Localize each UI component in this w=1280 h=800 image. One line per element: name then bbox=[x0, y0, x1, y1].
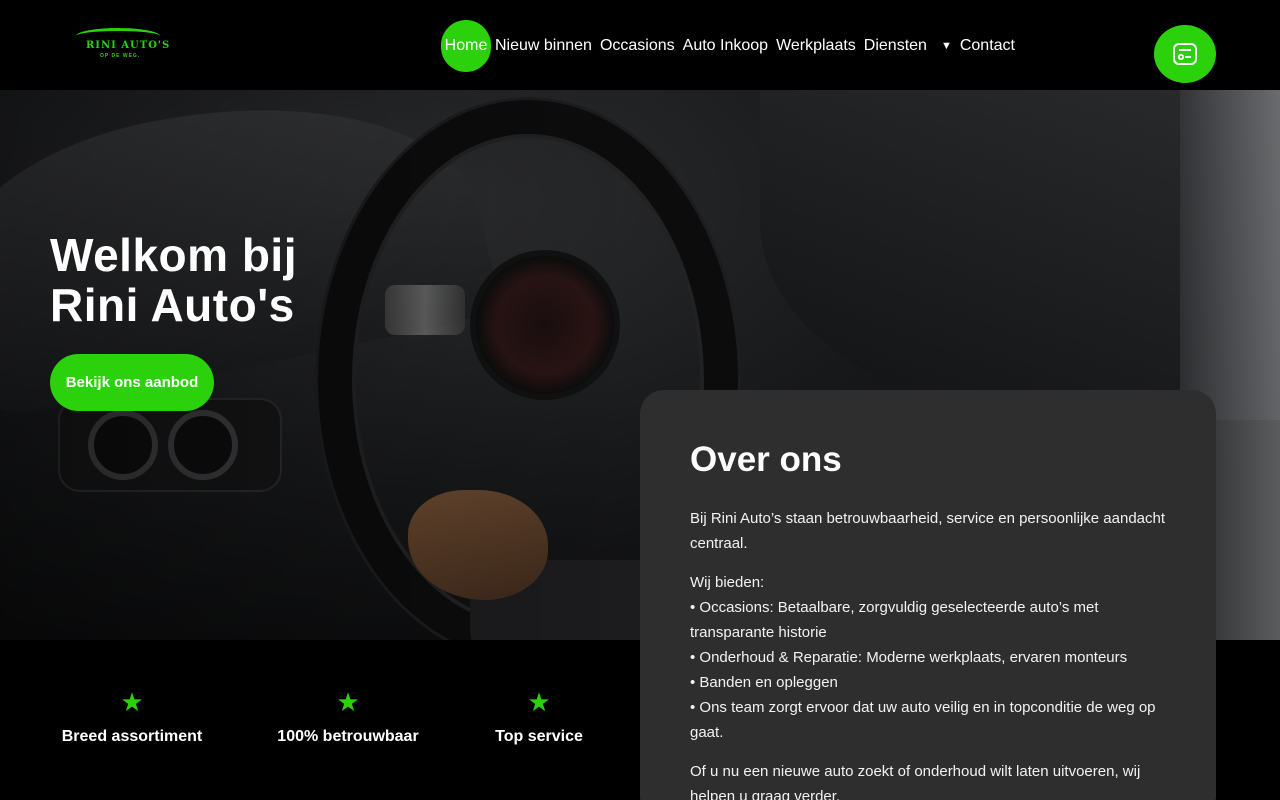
logo-wordmark: RINI AUTO'S bbox=[86, 40, 171, 51]
logo-tagline: OP DE WEG. bbox=[100, 53, 141, 59]
nav-item-diensten[interactable]: Diensten ▼ bbox=[860, 20, 956, 72]
hero-title-line-2: Rini Auto's bbox=[50, 279, 295, 331]
about-title: Over ons bbox=[690, 440, 842, 479]
services-list-heading: Wij bieden: bbox=[690, 574, 765, 591]
feature-item: ★ Breed assortiment bbox=[42, 688, 222, 746]
site-logo[interactable]: RINI AUTO'S OP DE WEG. bbox=[70, 28, 170, 64]
star-icon: ★ bbox=[527, 687, 551, 717]
nav-item-werkplaats[interactable]: Werkplaats bbox=[772, 20, 860, 72]
feature-label: Top service bbox=[495, 728, 583, 745]
caret-down-icon: ▼ bbox=[940, 40, 952, 52]
contact-card-icon bbox=[1173, 43, 1197, 65]
site-header: RINI AUTO'S OP DE WEG. Home Nieuw binnen… bbox=[0, 0, 1094, 90]
features-bar: ★ Breed assortiment ★ 100% betrouwbaar ★… bbox=[0, 640, 640, 800]
nav-item-occasions[interactable]: Occasions bbox=[596, 20, 679, 72]
hero-title-line-1: Welkom bij bbox=[50, 229, 297, 281]
hero-title: Welkom bij Rini Auto's bbox=[50, 230, 297, 330]
star-icon: ★ bbox=[336, 687, 360, 717]
list-item: • Occasions: Betaalbare, zorgvuldig gese… bbox=[690, 599, 1099, 641]
main-nav: Home Nieuw binnen Occasions Auto Inkoop … bbox=[441, 20, 1019, 72]
services-list: Wij bieden: • Occasions: Betaalbare, zor… bbox=[690, 570, 1166, 745]
star-icon: ★ bbox=[120, 687, 144, 717]
list-item: • Onderhoud & Reparatie: Moderne werkpla… bbox=[690, 649, 1128, 666]
nav-item-home[interactable]: Home bbox=[441, 20, 491, 72]
about-closing: Of u nu een nieuwe auto zoekt of onderho… bbox=[690, 763, 1141, 800]
about-card: Over ons Bij Rini Auto’s staan betrouwba… bbox=[640, 390, 1216, 800]
list-item: • Ons team zorgt ervoor dat uw auto veil… bbox=[690, 699, 1156, 741]
feature-label: Breed assortiment bbox=[61, 728, 203, 745]
page: RINI AUTO'S OP DE WEG. Home Nieuw binnen… bbox=[0, 0, 1280, 800]
nav-item-auto-inkoop[interactable]: Auto Inkoop bbox=[679, 20, 772, 72]
feature-label: 100% betrouwbaar bbox=[277, 728, 419, 745]
nav-item-nieuw-binnen[interactable]: Nieuw binnen bbox=[491, 20, 596, 72]
feature-item: ★ Top service bbox=[449, 688, 629, 746]
view-offer-button[interactable]: Bekijk ons aanbod bbox=[50, 354, 214, 411]
about-intro: Bij Rini Auto’s staan betrouwbaarheid, s… bbox=[690, 510, 1166, 552]
feature-item: ★ 100% betrouwbaar bbox=[258, 688, 438, 746]
contact-floating-button[interactable] bbox=[1154, 25, 1216, 83]
nav-item-contact[interactable]: Contact bbox=[956, 20, 1019, 72]
list-item: • Banden en opleggen bbox=[690, 674, 838, 691]
